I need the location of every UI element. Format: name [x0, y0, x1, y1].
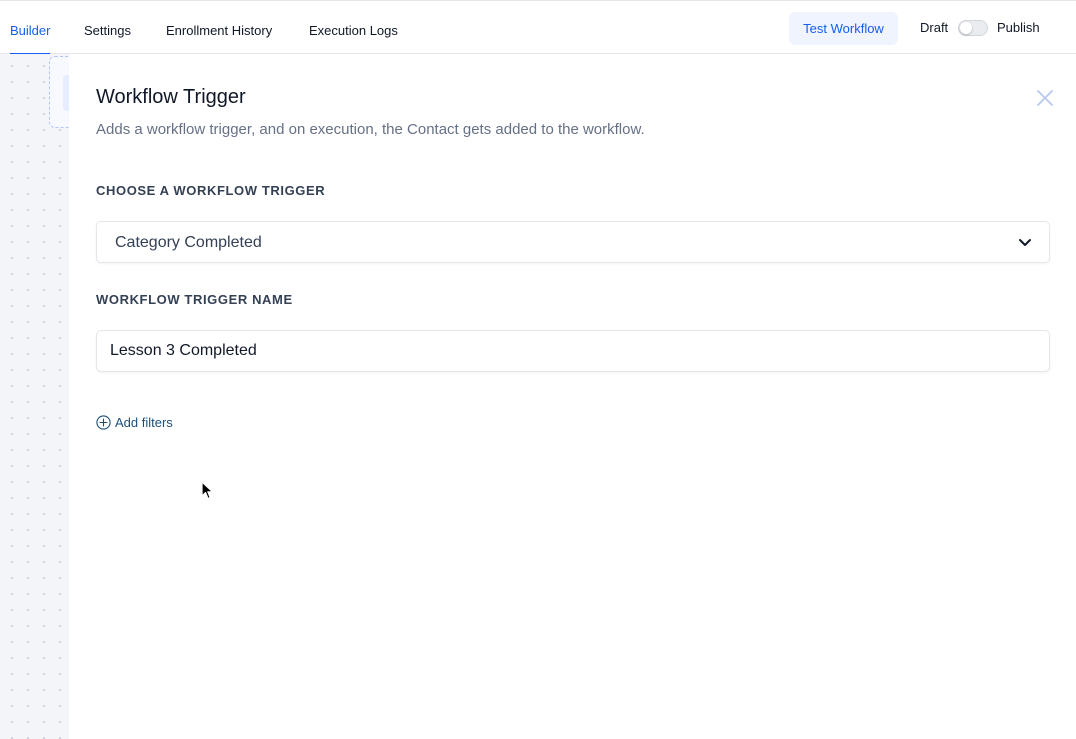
workflow-trigger-panel: Workflow Trigger Adds a workflow trigger…	[69, 54, 1076, 739]
trigger-name-input[interactable]	[96, 330, 1050, 372]
top-navigation-bar: Builder Settings Enrollment History Exec…	[0, 0, 1076, 55]
plus-circle-icon	[96, 415, 111, 430]
tab-settings[interactable]: Settings	[84, 1, 131, 54]
trigger-select-value: Category Completed	[115, 234, 262, 251]
draft-status-label: Draft	[920, 20, 949, 35]
tab-builder[interactable]: Builder	[10, 1, 51, 55]
mouse-pointer-icon	[201, 481, 215, 501]
publish-status-label: Publish	[997, 20, 1040, 35]
trigger-select[interactable]: Category Completed	[96, 221, 1050, 263]
workflow-canvas[interactable]	[0, 54, 89, 739]
panel-subtitle: Adds a workflow trigger, and on executio…	[96, 121, 645, 138]
choose-trigger-label: CHOOSE A WORKFLOW TRIGGER	[96, 183, 326, 198]
trigger-name-label: WORKFLOW TRIGGER NAME	[96, 292, 293, 307]
test-workflow-button[interactable]: Test Workflow	[789, 12, 898, 45]
tab-execution-logs[interactable]: Execution Logs	[309, 1, 398, 54]
close-icon[interactable]	[1035, 88, 1055, 108]
add-filters-label: Add filters	[115, 415, 173, 430]
publish-toggle[interactable]	[958, 20, 988, 36]
toggle-knob	[960, 22, 972, 34]
tab-enrollment-history[interactable]: Enrollment History	[166, 1, 272, 54]
panel-title: Workflow Trigger	[96, 86, 246, 108]
chevron-down-icon	[1017, 234, 1033, 250]
